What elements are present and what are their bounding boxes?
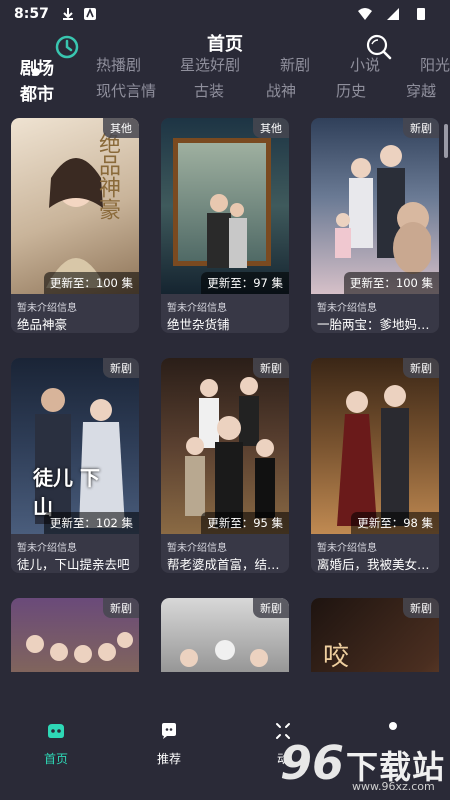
drama-poster: 绝品神豪 其他 更新至：100 集: [11, 118, 139, 294]
tab-romance[interactable]: 现代言情: [96, 80, 156, 101]
poster-title-text: 咬: [323, 642, 350, 672]
episode-count: 更新至：97 集: [201, 272, 289, 294]
drama-poster: 徒儿 下山 新剧 更新至：102 集: [11, 358, 139, 534]
gamepad-icon: [48, 724, 64, 738]
drama-title: 徒儿，下山提亲去吧: [17, 557, 130, 572]
genre-badge: 其他: [103, 118, 139, 138]
tab-urban[interactable]: 都市: [20, 80, 54, 105]
poster-figure: [207, 194, 247, 268]
drama-poster: 咬 新剧: [311, 598, 439, 672]
drama-card[interactable]: 徒儿 下山 新剧 更新至：102 集 暂未介绍信息 徒儿，下山提亲去吧: [11, 358, 139, 573]
watermark-url: www.96xz.com: [352, 780, 435, 793]
tab-selected[interactable]: 星选好剧: [180, 54, 240, 75]
drama-poster: 新剧 更新至：98 集: [311, 358, 439, 534]
battery-icon: [417, 8, 425, 20]
episode-count: 更新至：95 集: [201, 512, 289, 534]
drama-description: 暂未介绍信息: [317, 303, 377, 314]
tab-costume[interactable]: 古装: [194, 80, 224, 101]
drama-card[interactable]: 新剧: [161, 598, 289, 672]
genre-badge: 新剧: [403, 118, 439, 138]
genre-badge: 其他: [253, 118, 289, 138]
drama-grid: 绝品神豪 其他 更新至：100 集 暂未介绍信息 绝品神豪 其他 更新至：97 …: [11, 118, 439, 672]
genre-badge: 新剧: [253, 358, 289, 378]
drama-card[interactable]: 绝品神豪 其他 更新至：100 集 暂未介绍信息 绝品神豪: [11, 118, 139, 333]
status-time: 8:57: [14, 6, 49, 22]
drama-card[interactable]: 新剧 更新至：98 集 暂未介绍信息 离婚后，我被美女包…: [311, 358, 439, 573]
user-icon: [389, 722, 397, 730]
poster-title-text: 绝品神豪: [95, 132, 120, 220]
watermark-logo: 96 下载站 www.96xz.com: [278, 736, 450, 800]
poster-figure: [337, 385, 409, 526]
episode-count: 更新至：100 集: [43, 272, 139, 294]
drama-title: 绝品神豪: [17, 317, 68, 332]
category-tabs-secondary: 都市 现代言情 古装 战神 历史 穿越: [0, 80, 450, 106]
drama-description: 暂未介绍信息: [17, 543, 77, 554]
poster-figure: [185, 377, 275, 528]
status-bar: 8:57: [0, 0, 450, 28]
nav-home-label: 首页: [43, 752, 68, 766]
episode-count: 更新至：98 集: [351, 512, 439, 534]
drama-poster: 其他 更新至：97 集: [161, 118, 289, 294]
drama-card[interactable]: 新剧: [11, 598, 139, 672]
chat-bubble-icon: [162, 723, 176, 739]
episode-count: 更新至：102 集: [43, 512, 139, 534]
tab-time-travel[interactable]: 穿越: [406, 80, 436, 101]
nav-recommend-label: 推荐: [156, 752, 181, 766]
genre-badge: 新剧: [103, 598, 139, 618]
genre-badge: 新剧: [253, 598, 289, 618]
nav-recommend[interactable]: 推荐: [134, 720, 204, 767]
watermark-number: 96: [280, 736, 345, 790]
drama-card[interactable]: 咬 新剧: [311, 598, 439, 672]
scrollbar[interactable]: [444, 124, 448, 158]
tab-history[interactable]: 历史: [336, 80, 366, 101]
drama-poster: 新剧 更新至：95 集: [161, 358, 289, 534]
active-tab-indicator: [32, 68, 40, 76]
category-tabs-primary: 剧场 热播剧 星选好剧 新剧 小说 阳光: [0, 54, 450, 80]
drama-description: 暂未介绍信息: [317, 543, 377, 554]
tab-sunshine[interactable]: 阳光: [420, 54, 450, 75]
drama-title: 离婚后，我被美女包…: [317, 557, 435, 572]
drama-card[interactable]: 新剧 更新至：100 集 暂未介绍信息 一胎两宝：爹地妈咪…: [311, 118, 439, 333]
drama-description: 暂未介绍信息: [167, 543, 227, 554]
tab-novel[interactable]: 小说: [350, 54, 380, 75]
tab-hot[interactable]: 热播剧: [96, 54, 141, 75]
wifi-icon: [358, 8, 372, 20]
drama-poster: 新剧: [161, 598, 289, 672]
drama-poster: 新剧: [11, 598, 139, 672]
poster-figure: [26, 632, 133, 663]
genre-badge: 新剧: [103, 358, 139, 378]
drama-description: 暂未介绍信息: [17, 303, 77, 314]
genre-badge: 新剧: [403, 358, 439, 378]
tab-new[interactable]: 新剧: [280, 54, 310, 75]
drama-card[interactable]: 其他 更新至：97 集 暂未介绍信息 绝世杂货铺: [161, 118, 289, 333]
drama-title: 绝世杂货铺: [167, 317, 230, 332]
download-icon: [62, 8, 73, 20]
drama-title: 帮老婆成首富，结果…: [167, 557, 285, 572]
drama-card[interactable]: 新剧 更新至：95 集 暂未介绍信息 帮老婆成首富，结果…: [161, 358, 289, 573]
poster-figure: [180, 640, 268, 667]
drama-title: 一胎两宝：爹地妈咪…: [317, 317, 435, 332]
drama-poster: 新剧 更新至：100 集: [311, 118, 439, 294]
tab-war-god[interactable]: 战神: [266, 80, 296, 101]
episode-count: 更新至：100 集: [343, 272, 439, 294]
drama-description: 暂未介绍信息: [167, 303, 227, 314]
app-badge-icon: [83, 7, 96, 20]
poster-figure: [335, 145, 431, 274]
nav-home[interactable]: 首页: [21, 720, 91, 767]
signal-icon: [387, 8, 399, 20]
genre-badge: 新剧: [403, 598, 439, 618]
